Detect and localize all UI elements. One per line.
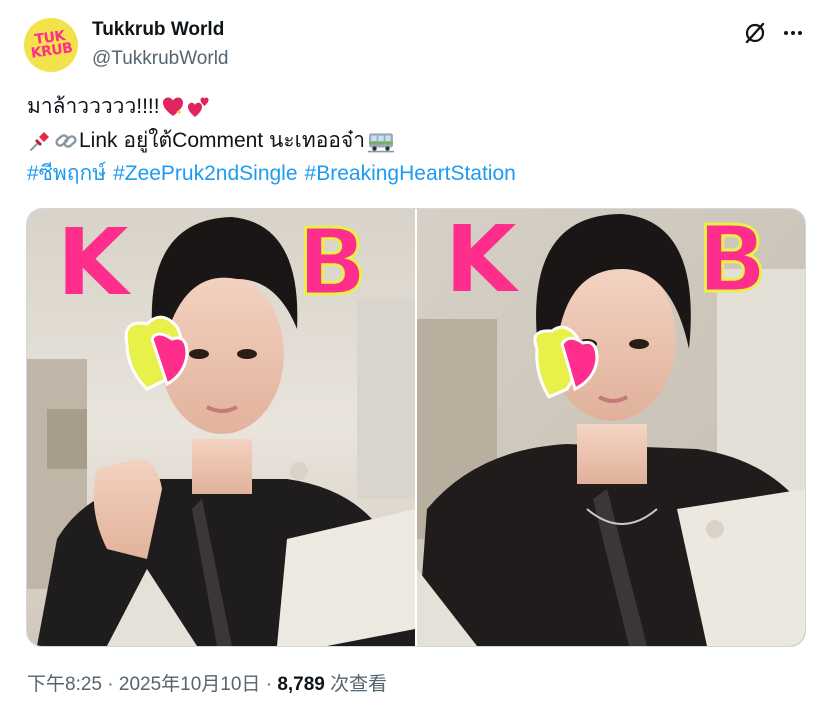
- tweet-text-instruction: อยู่ใต้Comment นะเทออจ๋า: [117, 129, 366, 152]
- tweet-text-line-2: Link อยู่ใต้Comment นะเทออจ๋า: [27, 128, 397, 154]
- svg-text:B: B: [697, 209, 767, 313]
- tweet-text-line-1: มาล้าววววว!!!!: [27, 94, 212, 120]
- tweet-hashtags: #ซีพฤกษ์ #ZeePruk2ndSingle #BreakingHear…: [27, 161, 523, 187]
- grok-icon[interactable]: [742, 20, 768, 46]
- two-hearts-emoji: [187, 97, 209, 117]
- avatar-logo-text: TUK KRUB: [30, 28, 74, 62]
- views-label: 次查看: [330, 674, 388, 695]
- tweet-meta: 下午8:25 · 2025年10月10日 · 8,789 次查看: [27, 669, 387, 696]
- tweet-time[interactable]: 下午8:25: [27, 674, 102, 695]
- pushpin-emoji: [30, 132, 49, 151]
- railway-car-emoji: [368, 133, 395, 153]
- author-display-name[interactable]: Tukkrub World: [92, 19, 224, 41]
- hashtag-link[interactable]: #ซีพฤกษ์: [27, 161, 106, 187]
- tweet-media-grid: K B K B: [26, 208, 806, 647]
- tweet-photo-2[interactable]: K B: [417, 209, 805, 646]
- meta-separator: ·: [265, 674, 273, 695]
- more-options-icon[interactable]: [780, 20, 806, 46]
- hashtag-link[interactable]: #ZeePruk2ndSingle: [113, 161, 297, 187]
- author-handle[interactable]: @TukkrubWorld: [92, 48, 229, 70]
- poster-text: K: [57, 209, 132, 316]
- hashtag-link[interactable]: #BreakingHeartStation: [305, 161, 516, 187]
- avatar[interactable]: TUK KRUB: [24, 18, 78, 72]
- tweet-link-word: Link: [79, 129, 118, 152]
- sparkling-heart-emoji: [162, 97, 183, 116]
- link-emoji: [55, 134, 77, 148]
- meta-separator: ·: [107, 674, 114, 695]
- tweet-text-intro: มาล้าววววว!!!!: [27, 95, 160, 118]
- svg-text:K: K: [445, 209, 520, 313]
- svg-text:B: B: [297, 209, 367, 316]
- tweet-photo-1[interactable]: K B: [27, 209, 415, 646]
- tweet-card: TUK KRUB Tukkrub World @TukkrubWorld มาล…: [0, 0, 825, 714]
- views-count: 8,789: [277, 674, 325, 695]
- tweet-date[interactable]: 2025年10月10日: [119, 674, 261, 695]
